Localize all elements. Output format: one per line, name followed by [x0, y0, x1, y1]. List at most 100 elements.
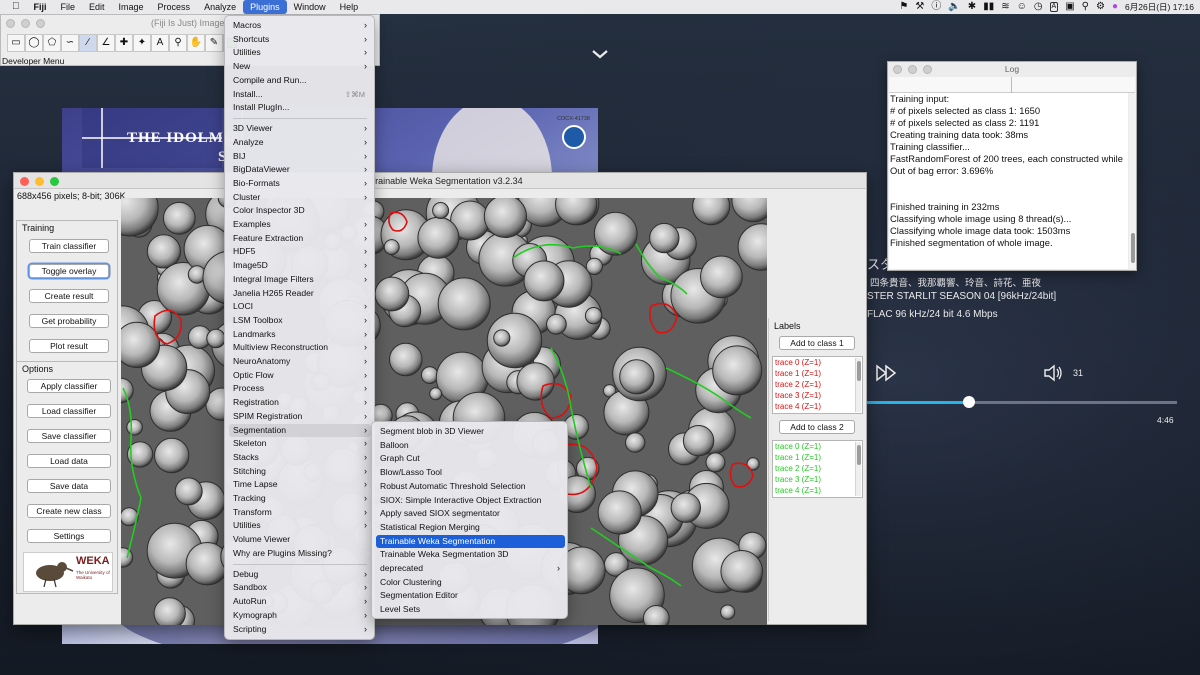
plugins-menu-item[interactable]: Registration › — [229, 396, 371, 410]
plugins-menu-item[interactable]: Cluster › — [229, 191, 371, 205]
create-result-button[interactable]: Create result — [29, 289, 109, 303]
clock-icon[interactable]: ◷ — [1034, 0, 1043, 14]
user-icon[interactable]: ☺ — [1017, 0, 1027, 14]
plugins-menu-item[interactable]: Why are Plugins Missing? — [229, 547, 371, 561]
volume-icon[interactable] — [1043, 364, 1063, 382]
plugins-menu-item[interactable]: Image5D › — [229, 259, 371, 273]
segmentation-menu-item[interactable]: deprecated › — [376, 562, 565, 576]
class1-trace[interactable]: trace 4 (Z=1) — [773, 401, 862, 412]
search-icon[interactable]: ⚲ — [1082, 0, 1089, 14]
control-center-icon[interactable]: ⚙ — [1096, 0, 1105, 14]
segmentation-menu-item[interactable]: Blow/Lasso Tool — [376, 466, 565, 480]
plugins-menu-item[interactable]: Stitching › — [229, 465, 371, 479]
segmentation-menu-item[interactable]: Segment blob in 3D Viewer — [376, 425, 565, 439]
input-method-icon[interactable]: A — [1049, 2, 1059, 12]
wand-tool-icon[interactable]: ✦ — [133, 34, 151, 52]
load-data-button[interactable]: Load data — [27, 454, 111, 468]
plugins-menu-item[interactable]: Bio-Formats › — [229, 177, 371, 191]
plugins-menu-item[interactable]: 3D Viewer › — [229, 122, 371, 136]
hand-tool-icon[interactable]: ✋ — [187, 34, 205, 52]
plugins-menu-item[interactable]: Shortcuts › — [229, 33, 371, 47]
plugins-menu-item[interactable]: Janelia H265 Reader — [229, 287, 371, 301]
log-text[interactable]: Training input: # of pixels selected as … — [889, 93, 1128, 269]
class1-trace-list[interactable]: trace 0 (Z=1) trace 1 (Z=1) trace 2 (Z=1… — [772, 356, 863, 414]
plugins-menu-item[interactable]: LSM Toolbox › — [229, 314, 371, 328]
train-classifier-button[interactable]: Train classifier — [29, 239, 109, 253]
segmentation-menu-item[interactable]: Balloon — [376, 439, 565, 453]
menu-plugins[interactable]: Plugins — [243, 0, 287, 14]
line-tool-icon[interactable]: ∕ — [79, 34, 97, 52]
plugins-menu-item[interactable]: Debug › — [229, 568, 371, 582]
plugins-menu-item[interactable]: Integral Image Filters › — [229, 273, 371, 287]
battery-icon[interactable]: ▮▮ — [983, 0, 994, 14]
save-classifier-button[interactable]: Save classifier — [27, 429, 111, 443]
app-menu[interactable]: Fiji — [27, 0, 54, 14]
list-scrollbar[interactable] — [855, 442, 861, 496]
plugins-menu-item[interactable]: Kymograph › — [229, 609, 371, 623]
plugins-menu-item[interactable]: Sandbox › — [229, 581, 371, 595]
wifi-icon[interactable]: ≋ — [1001, 0, 1009, 14]
segmentation-menu-item[interactable]: Color Clustering — [376, 576, 565, 590]
save-data-button[interactable]: Save data — [27, 479, 111, 493]
plugins-menu-item[interactable]: SPIM Registration › — [229, 410, 371, 424]
plugins-menu-item[interactable]: Transform › — [229, 506, 371, 520]
plugins-menu-item[interactable]: New › — [229, 60, 371, 74]
plugins-menu-item[interactable]: Compile and Run... — [229, 74, 371, 88]
magnifier-icon[interactable]: ⚲ — [169, 34, 187, 52]
polygon-tool-icon[interactable]: ⬠ — [43, 34, 61, 52]
angle-tool-icon[interactable]: ∠ — [97, 34, 115, 52]
plot-result-button[interactable]: Plot result — [29, 339, 109, 353]
log-scrollbar[interactable] — [1129, 93, 1136, 269]
create-new-class-button[interactable]: Create new class — [27, 504, 111, 518]
plugins-menu-item[interactable]: BIJ › — [229, 150, 371, 164]
plugins-menu-item[interactable]: Multiview Reconstruction › — [229, 341, 371, 355]
plugins-menu-item[interactable]: Volume Viewer — [229, 533, 371, 547]
plugins-menu-item[interactable]: BigDataViewer › — [229, 163, 371, 177]
point-tool-icon[interactable]: ✚ — [115, 34, 133, 52]
segmentation-menu-item[interactable]: Graph Cut — [376, 452, 565, 466]
apply-classifier-button[interactable]: Apply classifier — [27, 379, 111, 393]
plugins-menu-item[interactable]: Scripting › — [229, 623, 371, 637]
plugins-menu-item[interactable]: Optic Flow › — [229, 369, 371, 383]
zoom-button[interactable] — [50, 177, 59, 186]
menu-help[interactable]: Help — [333, 0, 366, 14]
segmentation-menu-item[interactable]: SIOX: Simple Interactive Object Extracti… — [376, 494, 565, 508]
speaker-icon[interactable]: 🔈 — [948, 0, 960, 14]
plugins-menu-item[interactable]: Segmentation › — [229, 423, 371, 438]
plugins-menu-item[interactable]: NeuroAnatomy › — [229, 355, 371, 369]
class2-trace[interactable]: trace 0 (Z=1) — [773, 441, 862, 452]
class1-trace[interactable]: trace 1 (Z=1) — [773, 368, 862, 379]
class2-trace[interactable]: trace 1 (Z=1) — [773, 452, 862, 463]
plugins-menu-item[interactable]: Landmarks › — [229, 328, 371, 342]
minimize-button[interactable] — [35, 177, 44, 186]
skip-forward-icon[interactable] — [875, 364, 897, 382]
rectangle-tool-icon[interactable]: ▭ — [7, 34, 25, 52]
list-scrollbar[interactable] — [855, 358, 861, 412]
segmentation-menu-item[interactable]: Statistical Region Merging — [376, 521, 565, 535]
class2-trace[interactable]: trace 2 (Z=1) — [773, 463, 862, 474]
menu-process[interactable]: Process — [151, 0, 198, 14]
close-button[interactable] — [6, 19, 15, 28]
class2-trace-list[interactable]: trace 0 (Z=1) trace 1 (Z=1) trace 2 (Z=1… — [772, 440, 863, 498]
settings-button[interactable]: Settings — [27, 529, 111, 543]
status-app-icon[interactable]: ⚑ — [899, 0, 908, 14]
eyedropper-icon[interactable]: ✎ — [205, 34, 223, 52]
freehand-tool-icon[interactable]: ∽ — [61, 34, 79, 52]
help-icon[interactable]: ⓘ — [931, 0, 941, 14]
plugins-menu-item[interactable]: Process › — [229, 382, 371, 396]
plugins-menu-item[interactable]: Tracking › — [229, 492, 371, 506]
segmentation-menu-item[interactable]: Trainable Weka Segmentation 3D — [376, 548, 565, 562]
oval-tool-icon[interactable]: ◯ — [25, 34, 43, 52]
seek-bar[interactable] — [867, 401, 1177, 404]
close-button[interactable] — [20, 177, 29, 186]
class2-trace[interactable]: trace 4 (Z=1) — [773, 485, 862, 496]
plugins-menu-item[interactable]: Install PlugIn... — [229, 101, 371, 115]
plugins-menu-item[interactable]: Examples › — [229, 218, 371, 232]
class1-trace[interactable]: trace 2 (Z=1) — [773, 379, 862, 390]
segmentation-menu-item[interactable]: Segmentation Editor — [376, 589, 565, 603]
plugins-menu-item[interactable]: LOCI › — [229, 300, 371, 314]
class1-trace[interactable]: trace 3 (Z=1) — [773, 390, 862, 401]
get-probability-button[interactable]: Get probability — [29, 314, 109, 328]
siri-icon[interactable]: ● — [1112, 0, 1118, 14]
plugins-menu-item[interactable]: Skeleton › — [229, 437, 371, 451]
